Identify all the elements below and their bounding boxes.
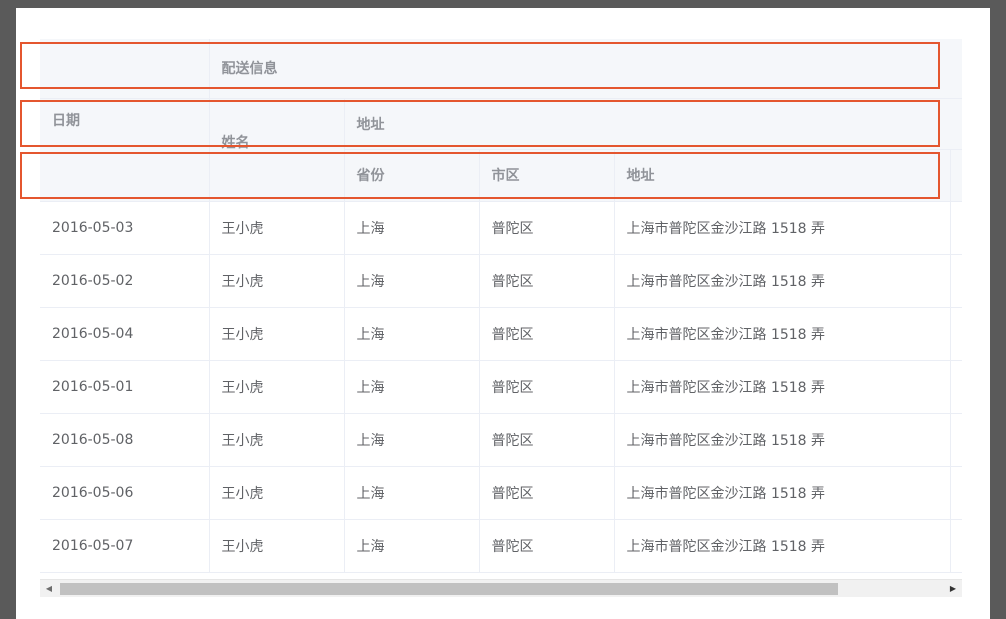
column-header-address[interactable]: 地址 — [614, 149, 951, 202]
cell-province: 上海 — [344, 307, 480, 361]
cell-extra — [950, 519, 962, 573]
cell-name: 王小虎 — [209, 519, 345, 573]
cell-name: 王小虎 — [209, 413, 345, 467]
header-row-group: 配送信息 — [40, 39, 962, 99]
cell-name: 王小虎 — [209, 254, 345, 308]
table-row[interactable]: 2016-05-06 王小虎 上海 普陀区 上海市普陀区金沙江路 1518 弄 — [40, 466, 962, 520]
cell-extra — [950, 413, 962, 467]
cell-address: 上海市普陀区金沙江路 1518 弄 — [614, 466, 951, 520]
cell-city: 普陀区 — [479, 413, 615, 467]
cell-date: 2016-05-02 — [40, 254, 210, 308]
scrollbar-thumb[interactable] — [60, 583, 838, 595]
delivery-info-table: 配送信息 日期 姓名 地址 省份 市区 地址 2016-05-03 王小虎 上海… — [40, 39, 962, 597]
cell-date: 2016-05-08 — [40, 413, 210, 467]
header-row-columns: 日期 姓名 地址 — [40, 98, 962, 202]
cell-city: 普陀区 — [479, 360, 615, 414]
cell-address: 上海市普陀区金沙江路 1518 弄 — [614, 307, 951, 361]
cell-province: 上海 — [344, 466, 480, 520]
table-row[interactable]: 2016-05-03 王小虎 上海 普陀区 上海市普陀区金沙江路 1518 弄 — [40, 201, 962, 255]
cell-province: 上海 — [344, 360, 480, 414]
cell-city: 普陀区 — [479, 466, 615, 520]
cell-name: 王小虎 — [209, 307, 345, 361]
cell-city: 普陀区 — [479, 519, 615, 573]
column-header-province[interactable]: 省份 — [344, 149, 480, 202]
cell-name: 王小虎 — [209, 201, 345, 255]
cell-date: 2016-05-01 — [40, 360, 210, 414]
cell-province: 上海 — [344, 519, 480, 573]
cell-address: 上海市普陀区金沙江路 1518 弄 — [614, 201, 951, 255]
column-header-address-group: 地址 — [344, 98, 962, 150]
cell-extra — [950, 201, 962, 255]
table-row[interactable]: 2016-05-08 王小虎 上海 普陀区 上海市普陀区金沙江路 1518 弄 — [40, 413, 962, 467]
group-header-delivery-info: 配送信息 — [209, 39, 962, 99]
cell-name: 王小虎 — [209, 360, 345, 414]
cell-name: 王小虎 — [209, 466, 345, 520]
cell-date: 2016-05-03 — [40, 201, 210, 255]
table-row[interactable]: 2016-05-01 王小虎 上海 普陀区 上海市普陀区金沙江路 1518 弄 — [40, 360, 962, 414]
table-row[interactable]: 2016-05-07 王小虎 上海 普陀区 上海市普陀区金沙江路 1518 弄 — [40, 519, 962, 573]
cell-extra — [950, 254, 962, 308]
cell-address: 上海市普陀区金沙江路 1518 弄 — [614, 254, 951, 308]
cell-address: 上海市普陀区金沙江路 1518 弄 — [614, 413, 951, 467]
cell-city: 普陀区 — [479, 201, 615, 255]
cell-extra — [950, 360, 962, 414]
header-blank-cell — [40, 39, 210, 99]
cell-province: 上海 — [344, 201, 480, 255]
table-row[interactable]: 2016-05-02 王小虎 上海 普陀区 上海市普陀区金沙江路 1518 弄 — [40, 254, 962, 308]
cell-date: 2016-05-06 — [40, 466, 210, 520]
scroll-left-arrow-icon[interactable]: ◀ — [42, 582, 56, 596]
cell-extra — [950, 307, 962, 361]
cell-date: 2016-05-04 — [40, 307, 210, 361]
cell-date: 2016-05-07 — [40, 519, 210, 573]
cell-city: 普陀区 — [479, 307, 615, 361]
table-row[interactable]: 2016-05-04 王小虎 上海 普陀区 上海市普陀区金沙江路 1518 弄 — [40, 307, 962, 361]
column-header-date[interactable]: 日期 — [40, 98, 210, 202]
horizontal-scrollbar[interactable]: ◀ ▶ — [40, 579, 962, 597]
column-header-city[interactable]: 市区 — [479, 149, 615, 202]
cell-address: 上海市普陀区金沙江路 1518 弄 — [614, 360, 951, 414]
scroll-right-arrow-icon[interactable]: ▶ — [946, 582, 960, 596]
cell-city: 普陀区 — [479, 254, 615, 308]
cell-province: 上海 — [344, 254, 480, 308]
cell-address: 上海市普陀区金沙江路 1518 弄 — [614, 519, 951, 573]
column-header-name[interactable]: 姓名 — [209, 98, 345, 202]
column-header-extra — [950, 149, 962, 202]
cell-province: 上海 — [344, 413, 480, 467]
page-canvas: 配送信息 日期 姓名 地址 省份 市区 地址 2016-05-03 王小虎 上海… — [16, 8, 990, 619]
cell-extra — [950, 466, 962, 520]
